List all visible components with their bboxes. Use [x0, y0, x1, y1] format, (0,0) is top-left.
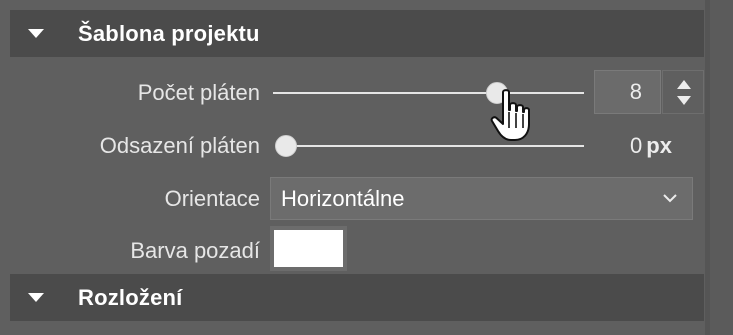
canvas-count-input[interactable]: 8: [594, 70, 661, 114]
background-color-picker[interactable]: [270, 226, 347, 271]
canvas-offset-unit: px: [646, 133, 672, 158]
panel-edge: [710, 0, 733, 335]
canvas-offset-value: 0: [630, 133, 643, 158]
orientation-label: Orientace: [164, 186, 260, 211]
canvas-offset-slider-thumb[interactable]: [275, 135, 297, 157]
hand-pointer-icon: [490, 89, 530, 141]
orientation-select[interactable]: Horizontálne: [270, 177, 693, 220]
triangle-down-icon: [28, 293, 44, 302]
chevron-down-icon: [663, 194, 677, 203]
canvas-count-slider-track[interactable]: [273, 92, 584, 94]
arrow-up-icon[interactable]: [677, 80, 691, 89]
canvas-count-spinner[interactable]: [662, 70, 704, 114]
triangle-down-icon: [28, 29, 44, 38]
section-header-template[interactable]: Šablona projektu: [10, 10, 704, 57]
canvas-offset-readout: 0 px: [630, 133, 672, 159]
canvas-offset-label: Odsazení pláten: [99, 133, 260, 158]
canvas-count-label: Počet pláten: [137, 80, 260, 105]
canvas-offset-slider-track[interactable]: [286, 145, 584, 147]
section-header-layout[interactable]: Rozložení: [10, 274, 704, 321]
canvas-count-value: 8: [629, 79, 642, 104]
section-title-layout: Rozložení: [78, 284, 183, 310]
settings-panel: Šablona projektu Počet pláten 8 Odsazení…: [0, 0, 733, 335]
section-title-template: Šablona projektu: [78, 20, 260, 46]
background-color-swatch[interactable]: [274, 230, 343, 267]
arrow-down-icon[interactable]: [677, 96, 691, 105]
orientation-selected-value: Horizontálne: [281, 185, 405, 211]
background-color-label: Barva pozadí: [130, 238, 260, 263]
